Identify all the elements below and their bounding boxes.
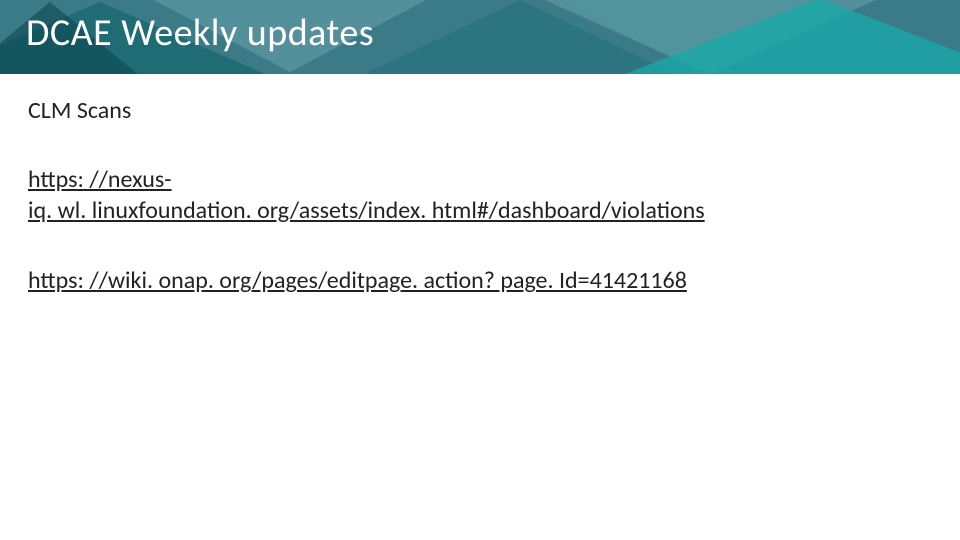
title-banner: DCAE Weekly updates xyxy=(0,0,960,74)
link-item: https: //nexus- iq. wl. linuxfoundation.… xyxy=(28,165,932,226)
slide: DCAE Weekly updates CLM Scans https: //n… xyxy=(0,0,960,540)
link-item: https: //wiki. onap. org/pages/editpage.… xyxy=(28,266,932,297)
wiki-onap-link[interactable]: https: //wiki. onap. org/pages/editpage.… xyxy=(28,266,687,295)
link-text-line1: https: //nexus- xyxy=(28,165,932,196)
link-text-line2: iq. wl. linuxfoundation. org/assets/inde… xyxy=(28,196,932,227)
banner-decor-triangle xyxy=(620,0,960,74)
section-heading: CLM Scans xyxy=(28,96,932,125)
page-title: DCAE Weekly updates xyxy=(26,10,374,56)
slide-body: CLM Scans https: //nexus- iq. wl. linuxf… xyxy=(0,74,960,297)
nexus-iq-link[interactable]: https: //nexus- iq. wl. linuxfoundation.… xyxy=(28,165,932,226)
